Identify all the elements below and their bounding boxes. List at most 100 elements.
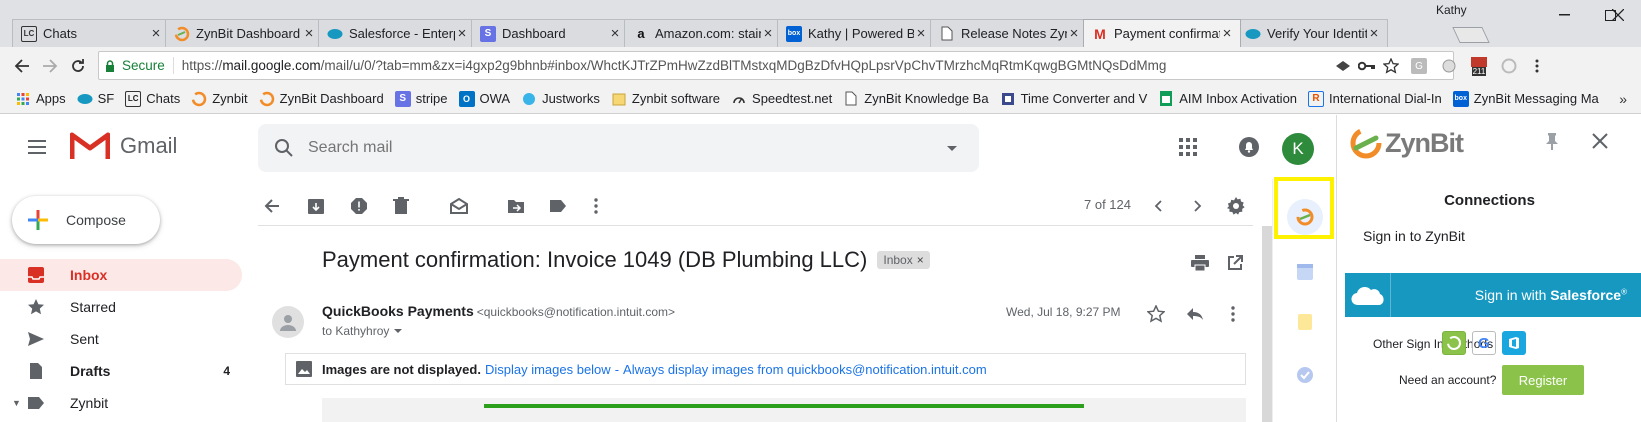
bookmarks-overflow-icon[interactable]: » — [1619, 91, 1627, 107]
move-to-icon[interactable] — [504, 194, 528, 218]
archive-icon[interactable] — [304, 194, 328, 218]
main-menu-icon[interactable] — [25, 135, 49, 159]
bookmark-star-icon[interactable] — [1381, 56, 1401, 76]
message-more-icon[interactable] — [1221, 302, 1245, 326]
search-bar[interactable] — [258, 124, 979, 172]
sender-avatar[interactable] — [272, 306, 304, 338]
more-options-icon[interactable] — [584, 194, 608, 218]
bookmark-owa[interactable]: O OWA — [458, 90, 510, 107]
close-tab-icon[interactable]: × — [608, 25, 622, 42]
browser-tab-payment-confirmation[interactable]: M Payment confirmat × — [1083, 19, 1241, 47]
pin-icon[interactable] — [1544, 132, 1560, 155]
extension-circle-icon[interactable] — [1439, 56, 1459, 76]
url-text[interactable]: https://mail.google.com/mail/u/0/?tab=mm… — [174, 58, 1167, 73]
display-images-below-link[interactable]: Display images below — [485, 362, 611, 377]
inbox-label-chip[interactable]: Inbox × — [877, 251, 930, 269]
bookmark-zynbit-dashboard[interactable]: ZynBit Dashboard — [259, 91, 384, 107]
browser-tab-release-notes[interactable]: Release Notes Zyn × — [930, 19, 1088, 47]
newer-chevron-icon[interactable] — [1146, 194, 1170, 218]
message-scrollbar[interactable] — [1262, 226, 1272, 422]
bookmark-zynbit-messaging[interactable]: box ZynBit Messaging Ma — [1452, 90, 1599, 107]
print-icon[interactable] — [1188, 251, 1212, 275]
always-display-images-link[interactable]: Always display images from quickbooks@no… — [623, 362, 987, 377]
calendar-extension-icon[interactable]: 211 — [1469, 56, 1489, 76]
close-tab-icon[interactable]: × — [455, 25, 469, 42]
search-icon[interactable] — [274, 138, 294, 158]
nav-item-zynbit[interactable]: ▼ Zynbit — [0, 387, 242, 419]
search-options-dropdown-icon[interactable] — [947, 145, 957, 151]
notifications-bell-icon[interactable] — [1237, 135, 1261, 159]
open-new-window-icon[interactable] — [1223, 251, 1247, 275]
close-tab-icon[interactable]: × — [1067, 25, 1081, 42]
nav-item-inbox[interactable]: Inbox — [0, 259, 242, 291]
mark-unread-icon[interactable] — [447, 194, 471, 218]
compose-button[interactable]: Compose — [12, 196, 160, 244]
calendar-addon-icon[interactable] — [1287, 254, 1323, 290]
settings-gear-icon[interactable] — [1224, 194, 1248, 218]
address-bar[interactable]: Secure https://mail.google.com/mail/u/0/… — [98, 51, 1454, 80]
gmail-logo[interactable]: Gmail — [70, 131, 177, 161]
delete-icon[interactable] — [389, 194, 413, 218]
star-message-icon[interactable] — [1144, 302, 1168, 326]
browser-tab-zynbit-dashboard[interactable]: ZynBit Dashboard × — [165, 19, 323, 47]
recipient-line[interactable]: to Kathyhroy — [322, 324, 403, 338]
search-input[interactable] — [308, 139, 947, 157]
bookmark-sf[interactable]: SF — [77, 91, 114, 107]
bookmark-stripe[interactable]: Sstripe — [394, 90, 448, 107]
bookmark-knowledge-base[interactable]: ZynBit Knowledge Ba — [843, 91, 989, 107]
secure-indicator[interactable]: Secure — [99, 57, 174, 74]
browser-tab-kathy-box[interactable]: box Kathy | Powered By × — [777, 19, 935, 47]
google-apps-icon[interactable] — [1176, 135, 1200, 159]
eye-icon[interactable] — [1333, 56, 1353, 76]
sender-name[interactable]: QuickBooks Payments — [322, 303, 474, 319]
bookmark-aim-inbox[interactable]: AIM Inbox Activation — [1158, 91, 1297, 107]
keep-addon-icon[interactable] — [1287, 304, 1323, 340]
sign-in-salesforce-button[interactable]: Sign in with Salesforce® — [1345, 273, 1641, 317]
bookmark-international-dial-in[interactable]: R International Dial-In — [1308, 90, 1442, 107]
close-tab-icon[interactable]: × — [914, 25, 928, 42]
key-icon[interactable] — [1357, 56, 1377, 76]
expand-caret-icon[interactable]: ▼ — [12, 398, 21, 408]
bookmark-justworks[interactable]: Justworks — [521, 91, 600, 107]
nav-item-sent[interactable]: Sent — [0, 323, 242, 355]
bookmark-chats[interactable]: LC Chats — [125, 90, 180, 107]
browser-tab-dashboard[interactable]: S Dashboard × — [471, 19, 629, 47]
zynbit-sign-in-icon[interactable] — [1442, 331, 1466, 355]
zynbit-extension-icon[interactable] — [1499, 56, 1519, 76]
labels-icon[interactable] — [546, 194, 570, 218]
minimize-button[interactable] — [1541, 4, 1587, 26]
bookmark-apps[interactable]: Apps — [15, 91, 66, 107]
report-spam-icon[interactable] — [347, 194, 371, 218]
back-arrow-icon[interactable] — [10, 54, 34, 78]
reply-icon[interactable] — [1183, 302, 1207, 326]
grammarly-extension-icon[interactable]: G — [1409, 56, 1429, 76]
back-to-inbox-icon[interactable] — [260, 194, 284, 218]
close-tab-icon[interactable]: × — [149, 25, 163, 42]
browser-tab-salesforce[interactable]: Salesforce - Enterp × — [318, 19, 476, 47]
bookmark-speedtest[interactable]: Speedtest.net — [731, 91, 832, 107]
reload-icon[interactable] — [66, 54, 90, 78]
bookmark-time-converter[interactable]: Time Converter and V — [1000, 91, 1147, 107]
account-avatar[interactable]: K — [1282, 133, 1314, 165]
google-sign-in-icon[interactable]: G — [1472, 331, 1496, 355]
close-tab-icon[interactable]: × — [1367, 25, 1381, 42]
browser-tab-chats[interactable]: LC Chats × — [12, 19, 170, 47]
tasks-addon-icon[interactable] — [1287, 357, 1323, 393]
office365-sign-in-icon[interactable] — [1502, 331, 1526, 355]
forward-arrow-icon[interactable] — [38, 54, 62, 78]
browser-tab-amazon[interactable]: a Amazon.com: stain × — [624, 19, 782, 47]
browser-tab-verify-identity[interactable]: Verify Your Identity × — [1236, 19, 1388, 47]
close-tab-icon[interactable]: × — [302, 25, 316, 42]
bookmark-zynbit[interactable]: Zynbit — [191, 91, 248, 107]
older-chevron-icon[interactable] — [1186, 194, 1210, 218]
chrome-menu-icon[interactable] — [1527, 56, 1547, 76]
close-window-icon[interactable] — [1595, 4, 1641, 26]
register-button[interactable]: Register — [1502, 365, 1584, 395]
bookmark-zynbit-software[interactable]: Zynbit software — [611, 91, 720, 107]
new-tab-button[interactable] — [1452, 27, 1490, 43]
close-tab-icon[interactable]: × — [1220, 25, 1234, 42]
close-panel-icon[interactable] — [1592, 133, 1608, 154]
profile-name[interactable]: Kathy — [1436, 3, 1467, 17]
close-tab-icon[interactable]: × — [761, 25, 775, 42]
recipient-dropdown-icon[interactable] — [394, 329, 403, 333]
